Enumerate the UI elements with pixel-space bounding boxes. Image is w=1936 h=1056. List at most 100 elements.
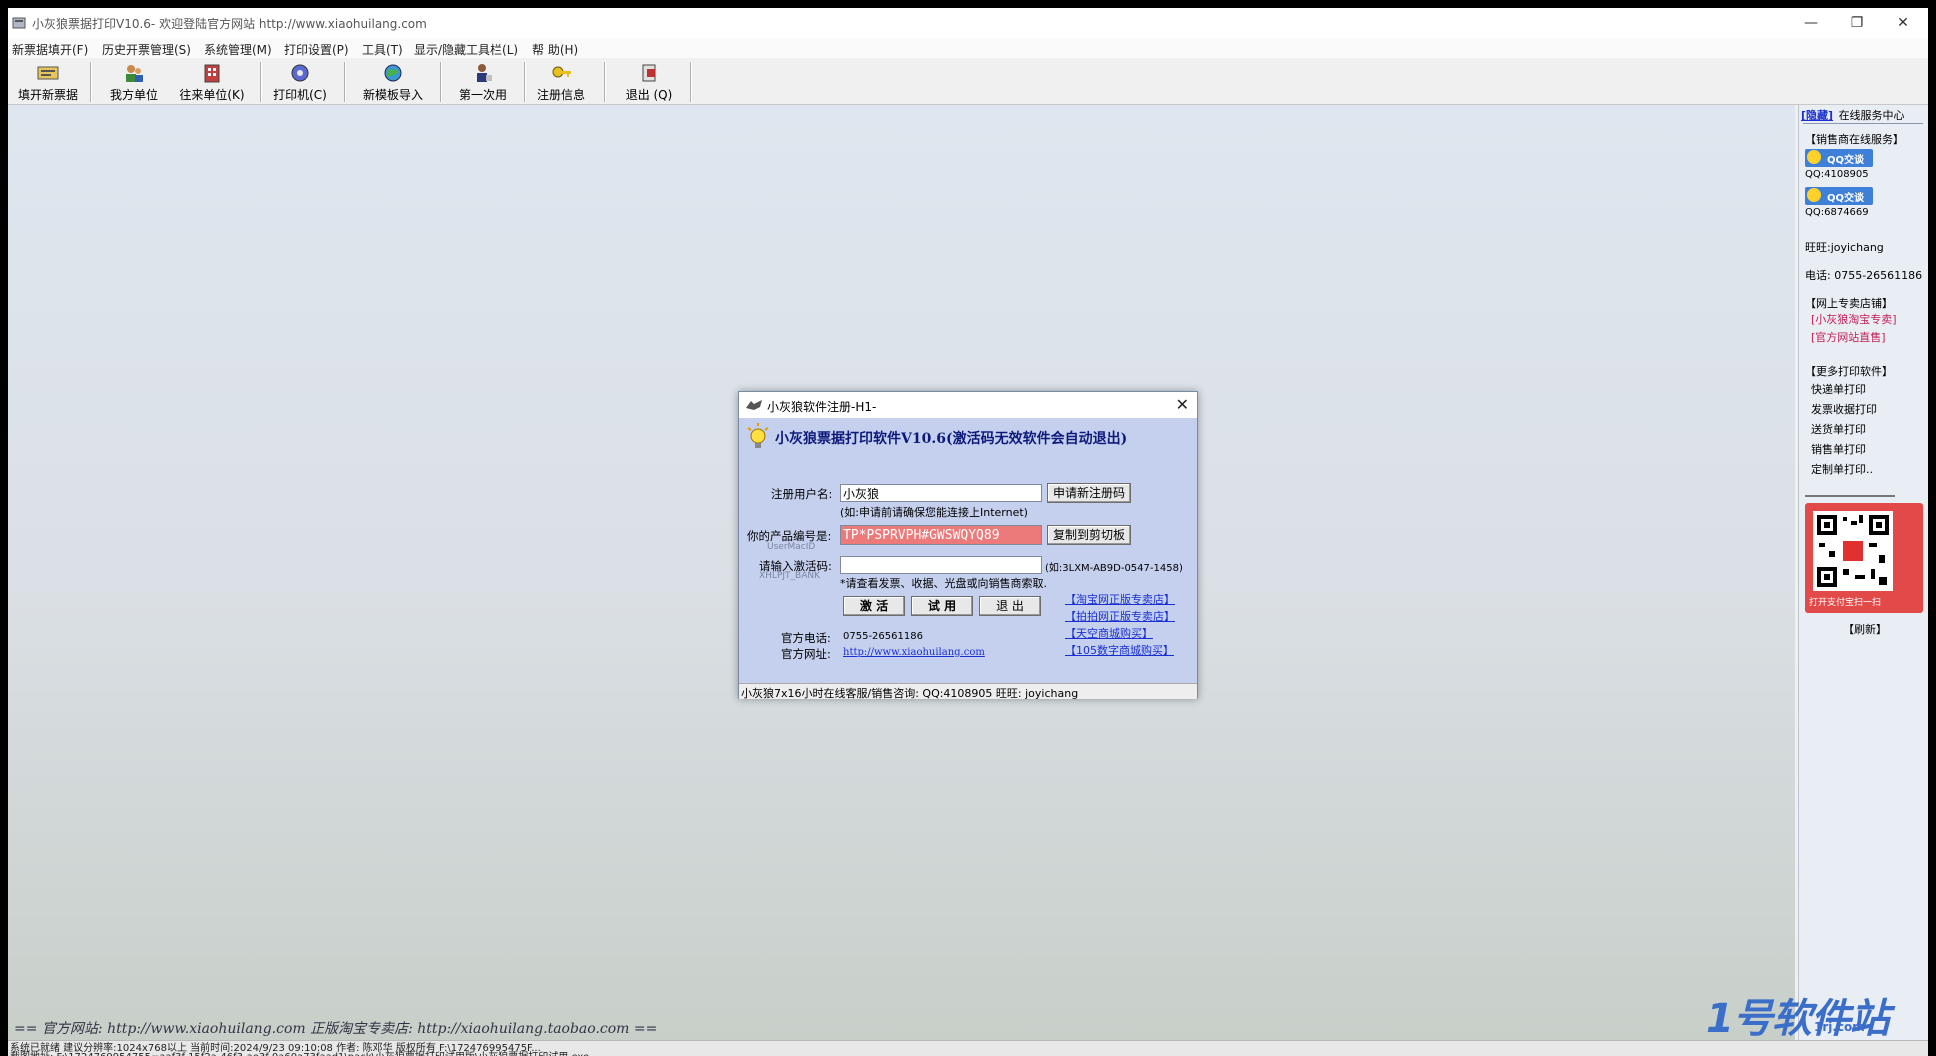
code-hint: *请查看发票、收据、光盘或向销售商索取.	[840, 577, 1047, 590]
digital-mall-link[interactable]: 【105数字商城购买】	[1065, 642, 1174, 658]
exit-button[interactable]: 退 出	[979, 596, 1041, 616]
status-bar: 系统已就绪 建议分辨率:1024x768以上 当前时间:2024/9/23 09…	[8, 1040, 1928, 1056]
product-id-field[interactable]: TP*PSPRVPH#GWSWQYQ89	[840, 525, 1042, 545]
menu-tools[interactable]: 工具(T)	[362, 41, 403, 58]
apply-new-code-button[interactable]: 申请新注册码	[1047, 483, 1131, 503]
panel-title: 在线服务中心	[1838, 109, 1905, 122]
taobao-shop-link[interactable]: [小灰狼淘宝专卖]	[1811, 311, 1897, 327]
title-bar: 小灰狼票据打印V10.6- 欢迎登陆官方网站 http://www.xiaohu…	[8, 8, 1928, 38]
ticket-icon	[37, 66, 59, 80]
menu-help[interactable]: 帮 助(H)	[532, 41, 578, 58]
watermark-logo: 1号软件站	[1706, 996, 1890, 1042]
qq-number-1: QQ:4108905	[1805, 169, 1869, 180]
user-label: 注册用户名:	[771, 487, 833, 501]
phone-number: 电话: 0755-26561186	[1805, 269, 1923, 282]
divider	[1803, 123, 1923, 124]
service-panel: [隐藏] 在线服务中心 【销售商在线服务】 QQ交谈 QQ:4108905 QQ…	[1798, 105, 1928, 1040]
watermark-domain: 1rj.com	[1814, 1020, 1865, 1034]
sky-mall-link[interactable]: 【天空商城购买】	[1065, 625, 1153, 641]
more-software-title: 【更多打印软件】	[1805, 365, 1893, 378]
app-icon	[12, 17, 26, 29]
user-hint: (如:申请前请确保您能连接上Internet)	[840, 506, 1028, 519]
username-input[interactable]: 小灰狼	[840, 484, 1042, 502]
status-line-2: 截图地址: F:\1724769954755=aaf3f-15f2a-46f3-…	[10, 1048, 589, 1056]
more-software-item[interactable]: 销售单打印	[1811, 441, 1866, 457]
shop-title: 【网上专卖店铺】	[1805, 297, 1893, 310]
dialog-heading: 小灰狼票据打印软件V10.6(激活码无效软件会自动退出)	[775, 431, 1128, 447]
qq-number-2: QQ:6874669	[1805, 207, 1869, 218]
menu-bar: 新票据填开(F) 历史开票管理(S) 系统管理(M) 打印设置(P) 工具(T)…	[8, 38, 1928, 58]
qr-caption: 打开支付宝扫一扫	[1809, 598, 1882, 608]
hide-panel-link[interactable]: [隐藏]	[1801, 109, 1833, 122]
lightbulb-icon	[747, 423, 769, 448]
registration-dialog: 小灰狼软件注册-H1- ✕ 小灰狼票据打印软件V10.6(激活码无效软件会自动退…	[738, 391, 1198, 700]
activation-sub-label: XHLPJT_BANK	[759, 571, 820, 581]
website-label: 官方网址:	[781, 647, 831, 661]
key-icon	[552, 66, 571, 78]
minimize-button[interactable]: —	[1788, 8, 1834, 38]
product-sub-label: UserMacID	[767, 542, 816, 552]
more-software-item[interactable]: 快递单打印	[1811, 381, 1866, 397]
activation-code-input[interactable]	[840, 556, 1042, 574]
window-title: 小灰狼票据打印V10.6- 欢迎登陆官方网站 http://www.xiaohu…	[32, 17, 427, 31]
maximize-button[interactable]: ❐	[1834, 8, 1880, 38]
menu-print-settings[interactable]: 打印设置(P)	[284, 41, 349, 58]
activate-button[interactable]: 激 活	[843, 596, 905, 616]
menu-toggle-toolbar[interactable]: 显示/隐藏工具栏(L)	[414, 41, 518, 58]
dialog-close-button[interactable]: ✕	[1176, 395, 1189, 414]
menu-new-ticket[interactable]: 新票据填开(F)	[12, 41, 88, 58]
toolbar-registration-button[interactable]: 注册信息	[526, 58, 596, 102]
qq-chat-button-1[interactable]: QQ交谈	[1805, 149, 1873, 167]
tel-label: 官方电话:	[781, 631, 831, 645]
toolbar-separator	[440, 62, 442, 102]
close-button[interactable]: ✕	[1880, 8, 1926, 38]
more-software-item[interactable]: 发票收据打印	[1811, 401, 1877, 417]
dialog-status-bar: 小灰狼7x16小时在线客服/销售咨询: QQ:4108905 旺旺: joyic…	[739, 683, 1197, 700]
more-software-item[interactable]: 送货单打印	[1811, 421, 1866, 437]
toolbar-partners-button[interactable]: 往来单位(K)	[174, 58, 250, 102]
globe-icon	[384, 64, 402, 82]
toolbar-printer-button[interactable]: 打印机(C)	[266, 58, 334, 102]
toolbar-separator	[690, 62, 692, 102]
printer-icon	[291, 64, 309, 82]
toolbar-import-template-button[interactable]: 新模板导入	[352, 58, 434, 102]
footer-website-text: == 官方网站: http://www.xiaohuilang.com 正版淘宝…	[14, 1021, 658, 1037]
copy-to-clipboard-button[interactable]: 复制到剪切板	[1047, 525, 1131, 545]
toolbar-separator	[90, 62, 92, 102]
code-example: (如:3LXM-AB9D-0547-1458)	[1045, 563, 1183, 574]
menu-system[interactable]: 系统管理(M)	[204, 41, 272, 58]
dialog-status-text: 小灰狼7x16小时在线客服/销售咨询: QQ:4108905 旺旺: joyic…	[741, 687, 1079, 700]
toolbar-exit-button[interactable]: 退出 (Q)	[614, 58, 684, 102]
toolbar-separator	[604, 62, 606, 102]
toolbar-separator	[260, 62, 262, 102]
divider	[1805, 495, 1895, 497]
qq-chat-button-2[interactable]: QQ交谈	[1805, 187, 1873, 205]
trial-button[interactable]: 试 用	[911, 596, 973, 616]
wolf-logo-icon	[746, 400, 762, 410]
dialog-title: 小灰狼软件注册-H1-	[767, 400, 877, 414]
dialog-title-bar: 小灰狼软件注册-H1- ✕	[739, 392, 1197, 418]
qq-penguin-icon	[1807, 188, 1821, 202]
website-link[interactable]: http://www.xiaohuilang.com	[843, 647, 985, 658]
paipai-store-link[interactable]: 【拍拍网正版专卖店】	[1065, 608, 1175, 624]
site-watermark: 1号软件站 1rj.com	[1706, 986, 1936, 1042]
alipay-qr-card: 打开支付宝扫一扫	[1805, 503, 1923, 613]
dialog-body: 小灰狼票据打印软件V10.6(激活码无效软件会自动退出) 注册用户名: 小灰狼 …	[739, 418, 1197, 683]
toolbar-my-company-button[interactable]: 我方单位	[104, 58, 164, 102]
toolbar-first-use-button[interactable]: 第一次用	[448, 58, 518, 102]
official-shop-link[interactable]: [官方网站直售]	[1811, 329, 1886, 345]
toolbar: 填开新票据 我方单位 往来单位(K) 打印机(C) 新模板导入 第一次用 注册信…	[8, 58, 1928, 105]
menu-history[interactable]: 历史开票管理(S)	[102, 41, 191, 58]
refresh-button[interactable]: 【刷新】	[1843, 621, 1887, 637]
more-software-item[interactable]: 定制单打印..	[1811, 461, 1873, 477]
building-icon	[204, 64, 220, 83]
tel-value: 0755-26561186	[843, 631, 923, 642]
taobao-store-link[interactable]: 【淘宝网正版专卖店】	[1065, 591, 1175, 607]
wangwang-id: 旺旺:joyichang	[1805, 241, 1884, 254]
toolbar-new-ticket-button[interactable]: 填开新票据	[10, 58, 86, 102]
toolbar-separator	[344, 62, 346, 102]
exit-icon	[642, 64, 656, 82]
person-icon	[477, 64, 492, 82]
qr-code-icon	[1813, 511, 1893, 591]
users-icon	[126, 65, 143, 82]
